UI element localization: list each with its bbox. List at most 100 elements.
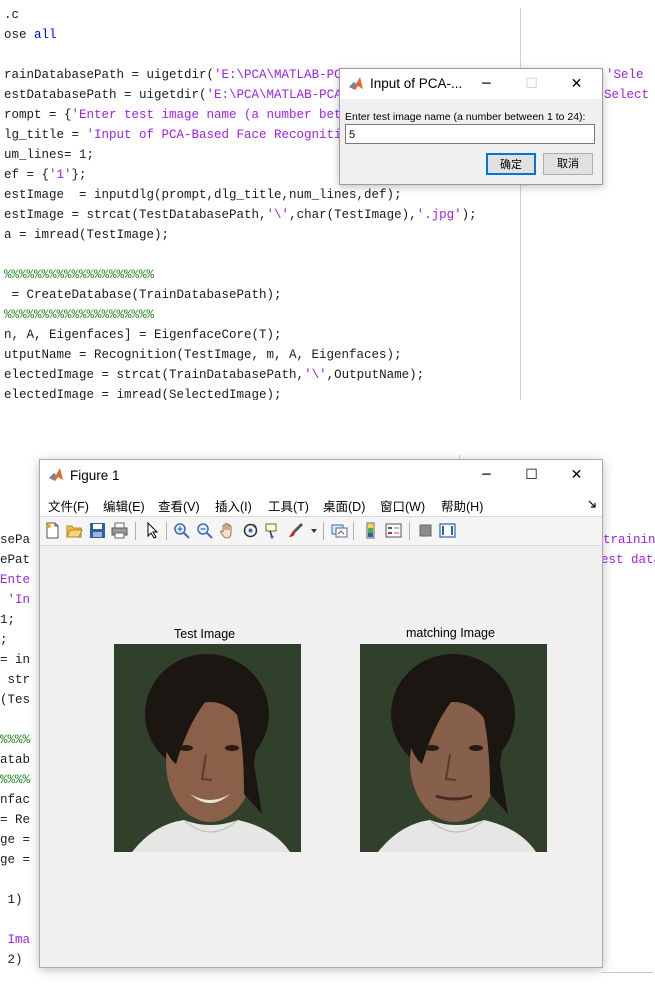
input-dialog: Input of PCA-... ─ ☐ ✕ Enter test image … xyxy=(339,68,603,185)
link-plot-icon[interactable] xyxy=(331,522,348,539)
code-token: n, A, Eigenfaces] = EigenfaceCore(T); xyxy=(4,328,282,342)
code-line: electedImage = strcat(TrainDatabasePath,… xyxy=(4,365,424,385)
select-arrow-icon[interactable] xyxy=(144,522,161,539)
test-image-input[interactable]: 5 xyxy=(345,124,595,144)
code-token: '1' xyxy=(49,168,72,182)
code-line: electedImage = imread(SelectedImage); xyxy=(4,385,282,400)
code-token: ); xyxy=(461,208,477,222)
code-line: ef = {'1'}; xyxy=(4,165,87,185)
code-token: 'Input of PCA-Based Face Recognition S xyxy=(86,128,372,142)
menu-view[interactable]: 查看(V) xyxy=(158,496,200,515)
print-icon[interactable] xyxy=(111,522,128,539)
code-line: 'In xyxy=(0,593,31,607)
code-line: sePa xyxy=(0,533,31,547)
menu-file[interactable]: 文件(F) xyxy=(48,496,89,515)
toolbar-separator xyxy=(353,522,354,540)
code-line: %%%% xyxy=(0,773,31,787)
code-token: ose xyxy=(4,28,35,42)
code-line: ePat xyxy=(0,553,31,567)
code-token: .c xyxy=(4,8,20,22)
figure-title-bar[interactable]: Figure 1 ─ ☐ ✕ xyxy=(40,460,602,490)
menu-window[interactable]: 窗口(W) xyxy=(380,496,425,515)
dialog-title-bar[interactable]: Input of PCA-... ─ ☐ ✕ xyxy=(340,69,602,99)
menu-insert[interactable]: 插入(I) xyxy=(215,496,252,515)
menu-tools[interactable]: 工具(T) xyxy=(268,496,309,515)
code-token: %%%%%%%%%%%%%%%%%%%% xyxy=(4,308,155,322)
chevron-down-icon[interactable] xyxy=(311,529,317,533)
toolbar-separator xyxy=(135,522,136,540)
brush-icon[interactable] xyxy=(287,522,304,539)
code-line: str xyxy=(0,673,31,687)
code-line: estImage = inputdlg(prompt,dlg_title,num… xyxy=(4,185,402,205)
zoom-out-icon[interactable] xyxy=(196,522,213,539)
code-line: lg_title = 'Input of PCA-Based Face Reco… xyxy=(4,125,372,145)
test-image xyxy=(114,644,301,852)
code-line: estImage = strcat(TestDatabasePath,'\',c… xyxy=(4,205,477,225)
new-figure-icon[interactable] xyxy=(44,522,61,539)
code-line: (Tes xyxy=(0,693,31,707)
figure-menu-bar: 文件(F) 编辑(E) 查看(V) 插入(I) 工具(T) 桌面(D) 窗口(W… xyxy=(40,490,602,516)
cancel-button[interactable]: 取消 xyxy=(543,153,593,175)
code-editor-top[interactable]: .c ose all rainDatabasePath = uigetdir('E:… xyxy=(0,0,520,400)
code-line: rompt = {'Enter test image name (a numbe… xyxy=(4,105,364,125)
data-cursor-icon[interactable] xyxy=(264,522,281,539)
code-line: %%%% xyxy=(0,733,31,747)
code-line: Ima xyxy=(0,933,31,947)
rotate-3d-icon[interactable] xyxy=(242,522,259,539)
code-line: atab xyxy=(0,753,31,767)
menu-desktop[interactable]: 桌面(D) xyxy=(323,496,365,515)
code-line: = CreateDatabase(TrainDatabasePath); xyxy=(4,285,282,305)
close-button[interactable]: ✕ xyxy=(554,460,599,490)
editor-margin-line xyxy=(520,8,521,400)
code-fragment-right: Select xyxy=(604,88,650,102)
code-token: '.jpg' xyxy=(416,208,462,222)
code-token: estImage = inputdlg(prompt,dlg_title,num… xyxy=(4,188,402,202)
code-line: estDatabasePath = uigetdir('E:\PCA\MATLA… xyxy=(4,85,364,105)
code-line: = in xyxy=(0,653,31,667)
code-token: ,char(TestImage), xyxy=(289,208,417,222)
menu-help[interactable]: 帮助(H) xyxy=(441,496,483,515)
code-line: ge = xyxy=(0,833,31,847)
code-line: Ente xyxy=(0,573,31,587)
maximize-button[interactable]: ☐ xyxy=(509,460,554,490)
code-token: %%%%%%%%%%%%%%%%%%%% xyxy=(4,268,155,282)
code-line: .c xyxy=(4,5,19,25)
figure-toolbar xyxy=(40,516,602,546)
code-line: %%%%%%%%%%%%%%%%%%%% xyxy=(4,265,154,285)
legend-icon[interactable] xyxy=(385,522,402,539)
code-token: 'Enter test image name (a number betwee xyxy=(71,108,365,122)
colorbar-icon[interactable] xyxy=(362,522,379,539)
minimize-button[interactable]: ─ xyxy=(464,460,509,490)
code-fragment-right: 'Sele xyxy=(606,68,644,82)
code-token: electedImage = strcat(TrainDatabasePath, xyxy=(4,368,305,382)
code-line: utputName = Recognition(TestImage, m, A,… xyxy=(4,345,402,365)
code-line: n, A, Eigenfaces] = EigenfaceCore(T); xyxy=(4,325,282,345)
code-line: ose all xyxy=(4,25,57,45)
dialog-title: Input of PCA-... xyxy=(370,76,463,91)
code-token: utputName = Recognition(TestImage, m, A,… xyxy=(4,348,402,362)
save-icon[interactable] xyxy=(89,522,106,539)
hide-plot-tools-icon[interactable] xyxy=(417,522,434,539)
ok-button[interactable]: 确定 xyxy=(486,153,536,175)
code-editor-bottom[interactable]: sePa ePat Ente 'In 1;; = in str (Tes%%%% atab%… xyxy=(0,530,40,970)
code-line: a = imread(TestImage); xyxy=(4,225,169,245)
test-image-title: Test Image xyxy=(174,627,236,641)
toolbar-separator xyxy=(409,522,410,540)
zoom-in-icon[interactable] xyxy=(173,522,190,539)
code-token: = CreateDatabase(TrainDatabasePath); xyxy=(4,288,282,302)
code-token: a = imread(TestImage); xyxy=(4,228,170,242)
show-plot-tools-icon[interactable] xyxy=(439,522,456,539)
code-token: ,OutputName); xyxy=(326,368,425,382)
code-line: 2) xyxy=(0,953,23,967)
code-fragment-right: est data xyxy=(601,553,655,567)
menu-edit[interactable]: 编辑(E) xyxy=(103,496,145,515)
double-arrow-icon[interactable] xyxy=(588,500,596,508)
code-line: ; xyxy=(0,633,8,647)
minimize-button[interactable]: ─ xyxy=(464,69,509,99)
open-file-icon[interactable] xyxy=(66,522,83,539)
code-token: all xyxy=(34,28,57,42)
divider xyxy=(601,972,653,973)
pan-hand-icon[interactable] xyxy=(219,522,236,539)
close-button[interactable]: ✕ xyxy=(554,69,599,99)
code-fragment-right: trainin xyxy=(603,533,655,547)
